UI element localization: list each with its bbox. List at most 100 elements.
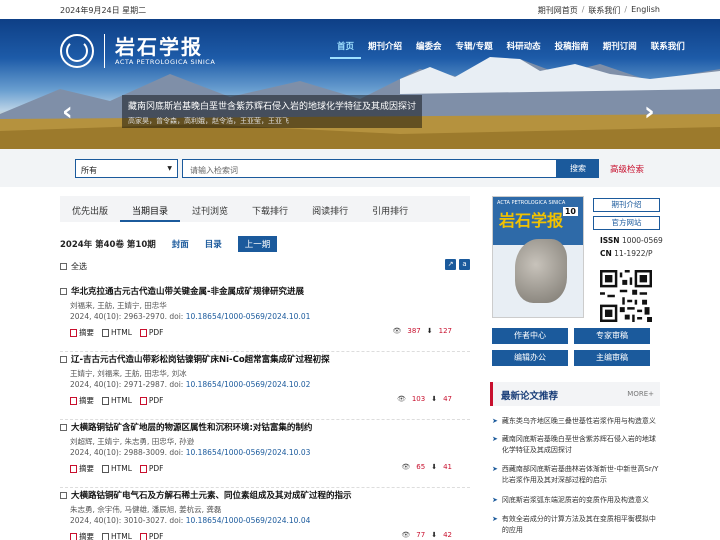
- cover-issue-number: 10: [562, 207, 578, 216]
- abstract-link[interactable]: 摘要: [70, 395, 94, 406]
- pdf-icon: [139, 329, 147, 337]
- top-links: 期刊网首页 / 联系我们 / English: [538, 5, 660, 16]
- logo-emblem-icon: [60, 34, 94, 68]
- banner-prev-arrow-icon[interactable]: ‹: [62, 97, 73, 127]
- html-icon: [102, 465, 109, 473]
- rss-icon[interactable]: a: [459, 259, 470, 270]
- cover-link[interactable]: 封面: [172, 238, 189, 250]
- top-bar: 2024年9月24日 星期二 期刊网首页 / 联系我们 / English: [0, 0, 720, 19]
- journal-cover-image[interactable]: ACTA PETROLOGICA SINICA 岩石学报 10: [492, 196, 584, 318]
- journal-intro-button[interactable]: 期刊介绍: [593, 198, 660, 212]
- latest-paper-item[interactable]: ➤ 有效全岩成分的计算方法及其在变质相平衡模拟中的应用: [492, 514, 662, 536]
- english-link[interactable]: English: [631, 5, 660, 16]
- latest-paper-item[interactable]: ➤ 藏东类乌齐地区晚三叠世基性岩浆作用与构造意义: [492, 416, 662, 427]
- editor-office-button[interactable]: 编辑办公: [492, 350, 568, 366]
- toc-link[interactable]: 目录: [205, 238, 222, 250]
- article-tabs: 优先出版 当期目录 过刊浏览 下载排行 阅读排行 引用排行: [60, 196, 470, 222]
- pdf-icon: [139, 465, 147, 473]
- article-title[interactable]: 辽-吉古元古代造山带彩松岗钴镍铜矿床Ni-Co超常富集成矿过程初探: [71, 353, 330, 365]
- nav-research-news[interactable]: 科研动态: [500, 41, 548, 59]
- journal-home-link[interactable]: 期刊网首页: [538, 5, 578, 16]
- pdf-link[interactable]: PDF: [139, 396, 164, 405]
- bullet-arrow-icon: ➤: [492, 417, 498, 425]
- official-site-button[interactable]: 官方网站: [593, 216, 660, 230]
- tab-archive[interactable]: 过刊浏览: [180, 196, 240, 222]
- checkbox[interactable]: [60, 355, 67, 363]
- doi-link[interactable]: 10.18654/1000-0569/2024.10.02: [186, 380, 311, 389]
- banner-caption[interactable]: 藏南冈底斯岩基晚白垩世含紫苏辉石侵入岩的地球化学特征及其成因探讨 高家昊，曾令森…: [122, 95, 422, 128]
- tab-download-rank[interactable]: 下载排行: [240, 196, 300, 222]
- author-center-button[interactable]: 作者中心: [492, 328, 568, 344]
- checkbox[interactable]: [60, 423, 67, 431]
- doi-link[interactable]: 10.18654/1000-0569/2024.10.03: [186, 448, 311, 457]
- previous-issue-button[interactable]: 上一期: [237, 236, 278, 252]
- journal-logo[interactable]: 岩石学报 ACTA PETROLOGICA SINICA: [60, 31, 215, 71]
- doi-link[interactable]: 10.18654/1000-0569/2024.10.04: [186, 516, 311, 525]
- tab-read-rank[interactable]: 阅读排行: [300, 196, 360, 222]
- view-count: 103: [411, 395, 426, 403]
- latest-papers-header: 最新论文推荐 MORE+: [490, 382, 660, 406]
- bullet-arrow-icon: ➤: [492, 515, 498, 523]
- pdf-link[interactable]: PDF: [139, 464, 164, 473]
- chevron-down-icon: ▼: [167, 165, 172, 172]
- nav-home[interactable]: 首页: [330, 41, 362, 59]
- export-icon[interactable]: ↗: [445, 259, 456, 270]
- abstract-link[interactable]: 摘要: [70, 463, 94, 474]
- search-scope-select[interactable]: 所有 ▼: [75, 159, 178, 178]
- html-link[interactable]: HTML: [102, 396, 132, 405]
- article-authors: 刘福来, 王舫, 王婧宁, 田忠华: [70, 301, 167, 310]
- html-link[interactable]: HTML: [102, 464, 132, 473]
- logo-subtitle: ACTA PETROLOGICA SINICA: [115, 58, 216, 66]
- checkbox[interactable]: [60, 287, 67, 295]
- article-citation: 2024, 40(10): 2971-2987. doi: 10.18654/1…: [70, 380, 311, 389]
- abstract-link[interactable]: 摘要: [70, 531, 94, 540]
- tab-cite-rank[interactable]: 引用排行: [360, 196, 420, 222]
- eye-icon: 👁: [401, 463, 411, 471]
- nav-special-issues[interactable]: 专辑/专题: [449, 41, 500, 59]
- nav-contact[interactable]: 联系我们: [644, 41, 692, 59]
- nav-about[interactable]: 期刊介绍: [361, 41, 409, 59]
- bullet-arrow-icon: ➤: [492, 465, 498, 473]
- cn-text: CN 11-1922/P: [600, 249, 653, 258]
- article-title[interactable]: 大横路铜钴矿含矿地层的物源区属性和沉积环境:对钴富集的制约: [71, 421, 312, 433]
- banner-next-arrow-icon[interactable]: ›: [644, 97, 655, 127]
- tab-current-issue[interactable]: 当期目录: [120, 196, 181, 222]
- html-icon: [102, 329, 109, 337]
- html-link[interactable]: HTML: [102, 532, 132, 540]
- download-count: 47: [443, 395, 452, 403]
- latest-paper-item[interactable]: ➤ 冈底斯岩浆弧东端泥质岩的变质作用及构造意义: [492, 495, 662, 506]
- search-button[interactable]: 搜索: [557, 159, 599, 178]
- article-title[interactable]: 华北克拉通古元古代造山带关键金属-非金属成矿规律研究进展: [71, 285, 304, 297]
- article-title[interactable]: 大横路钴铜矿电气石及方解石稀土元素、同位素组成及其对成矿过程的指示: [71, 489, 352, 501]
- latest-paper-item[interactable]: ➤ 西藏南部冈底斯岩基曲林岩体渐新世-中新世高Sr/Y比岩浆作用及其对深部过程的启…: [492, 464, 662, 486]
- view-count: 77: [416, 531, 426, 539]
- nav-submission-guide[interactable]: 投稿指南: [548, 41, 596, 59]
- logo-title: 岩石学报: [115, 35, 203, 59]
- doi-link[interactable]: 10.18654/1000-0569/2024.10.01: [186, 312, 311, 321]
- latest-papers-title: 最新论文推荐: [501, 391, 559, 402]
- latest-paper-item[interactable]: ➤ 藏南冈底斯岩基晚白垩世含紫苏辉石侵入岩的地球化学特征及其成因探讨: [492, 434, 662, 456]
- separator: /: [581, 5, 585, 14]
- bullet-arrow-icon: ➤: [492, 435, 498, 443]
- eye-icon: 👁: [401, 531, 411, 539]
- view-count: 65: [416, 463, 426, 471]
- search-bar: 所有 ▼ 请输入检索词 搜索 高级检索: [0, 149, 720, 187]
- select-all[interactable]: 全选: [60, 261, 87, 272]
- expert-review-button[interactable]: 专家审稿: [574, 328, 650, 344]
- chief-editor-review-button[interactable]: 主编审稿: [574, 350, 650, 366]
- more-link[interactable]: MORE+: [627, 390, 654, 398]
- search-input[interactable]: 请输入检索词: [182, 159, 557, 178]
- checkbox[interactable]: [60, 491, 67, 499]
- eye-icon: 👁: [392, 327, 402, 335]
- html-link[interactable]: HTML: [102, 328, 132, 337]
- nav-subscribe[interactable]: 期刊订阅: [596, 41, 644, 59]
- pdf-icon: [139, 533, 147, 540]
- tab-online-first[interactable]: 优先出版: [60, 196, 120, 222]
- checkbox[interactable]: [60, 263, 67, 270]
- abstract-link[interactable]: 摘要: [70, 327, 94, 338]
- pdf-link[interactable]: PDF: [139, 328, 164, 337]
- contact-link[interactable]: 联系我们: [588, 5, 620, 16]
- nav-editorial-board[interactable]: 编委会: [409, 41, 449, 59]
- pdf-link[interactable]: PDF: [139, 532, 164, 540]
- advanced-search-link[interactable]: 高级检索: [610, 163, 644, 175]
